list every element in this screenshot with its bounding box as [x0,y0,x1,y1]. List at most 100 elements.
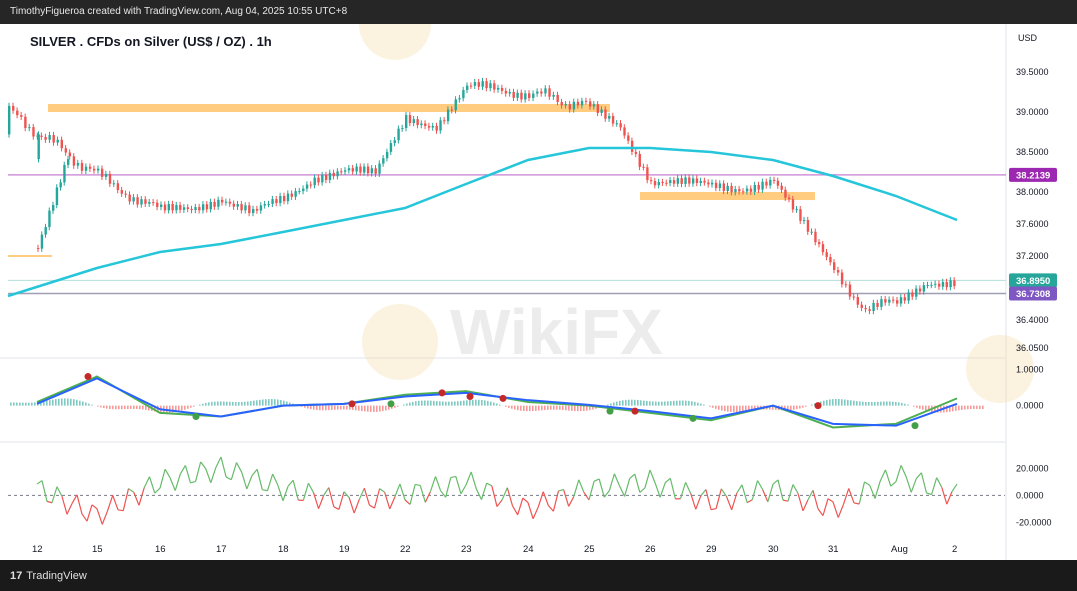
candle-body [592,104,596,107]
candle [104,170,108,181]
oscillator-segment [895,465,902,482]
oscillator-segment [511,505,519,516]
macd-histogram-bar [358,405,360,411]
macd-histogram-bar [739,405,741,412]
macd-histogram-bar [184,405,186,410]
macd-histogram-bar [64,398,66,406]
candle-body [163,204,167,211]
candle [68,149,72,160]
candle-body [420,123,423,126]
candle [8,102,11,138]
macd-histogram-bar [547,405,549,410]
oscillator-segment [399,483,406,501]
macd-histogram-bar [10,402,12,406]
macd-histogram-bar [730,405,732,412]
candle [524,90,527,103]
oscillator-segment [837,504,845,518]
macd-histogram-bar [46,400,48,406]
oscillator-segment [133,491,140,506]
x-tick-label: 18 [278,544,289,555]
candle-body [872,302,875,311]
y-tick-label: 39.5000 [1016,67,1049,77]
tradingview-logo[interactable]: 17 TradingView [10,570,87,582]
macd-histogram-bar [856,401,858,406]
oscillator-segment [486,482,493,487]
candle [124,190,127,198]
macd-histogram-bar [622,400,624,406]
candle [355,163,358,175]
candle-body [171,203,174,211]
candle [953,277,956,290]
candle-body [108,173,112,184]
candle-body [305,184,309,189]
candle [552,91,555,100]
macd-histogram-bar [829,399,831,406]
macd-histogram-bar [61,398,63,406]
candle [24,113,27,132]
candle [190,205,193,214]
candle-body [401,128,404,130]
candle [412,115,416,127]
candle [703,177,706,186]
oscillator-segment [230,462,238,480]
macd-histogram-bar [169,405,171,413]
candle [148,198,151,208]
macd-histogram-bar [241,401,243,406]
candle [485,77,488,92]
candle-body [116,183,120,191]
candle [884,295,887,306]
candle [868,306,871,315]
oscillator-segment [169,477,176,491]
macd-histogram-bar [112,405,114,410]
oscillator-segment [812,490,819,509]
candle-body [707,182,710,185]
candle-body [446,109,450,122]
candle [359,163,362,176]
oscillator-segment [66,503,73,515]
candle-body [788,197,791,200]
oscillator-segment [470,471,477,490]
macd-histogram-bar [874,401,876,406]
oscillator-segment [552,490,560,512]
oscillator-segment [583,492,590,501]
macd-histogram-bar [259,399,261,406]
candle [132,194,135,205]
macd-histogram-bar [331,405,333,410]
macd-histogram-bar [457,401,459,406]
candle [112,180,116,187]
candle [405,111,408,132]
candle [684,174,687,188]
oscillator-segment [195,461,202,482]
oscillator-segment [287,479,294,487]
macd-histogram-bar [58,398,60,406]
candle-body [485,81,488,89]
macd-histogram-bar [424,400,426,406]
oscillator-segment [307,482,315,493]
oscillator-segment [644,469,651,489]
macd-histogram-bar [868,402,870,406]
macd-histogram-bar [211,401,213,406]
macd-histogram-bar [463,400,465,406]
candle-body [884,299,887,303]
x-tick-label: 30 [768,544,779,555]
oscillator-segment [190,480,196,484]
candle [596,101,600,117]
candle [806,216,810,235]
candle-body [336,171,339,177]
macd-histogram-bar [571,405,573,411]
candle [665,179,668,187]
chart-svg[interactable]: WikiFX USD 39.5000 39.0000 38.5000 38.0000 37.… [0,0,1077,560]
candle-body [286,193,290,202]
macd-histogram-bar [130,405,132,409]
macd-histogram-bar [52,399,54,406]
candle [248,202,251,217]
oscillator-segment [772,479,779,485]
candle-body [615,123,619,125]
oscillator-segment [802,499,809,512]
oscillator-segment [946,491,953,505]
macd-histogram-bar [346,405,348,410]
x-tick-label: 24 [523,544,534,555]
candle-body [489,83,492,89]
chart-area[interactable]: WikiFX USD 39.5000 39.0000 38.5000 38.0000 37.… [0,0,1077,560]
candle-body [860,304,863,308]
